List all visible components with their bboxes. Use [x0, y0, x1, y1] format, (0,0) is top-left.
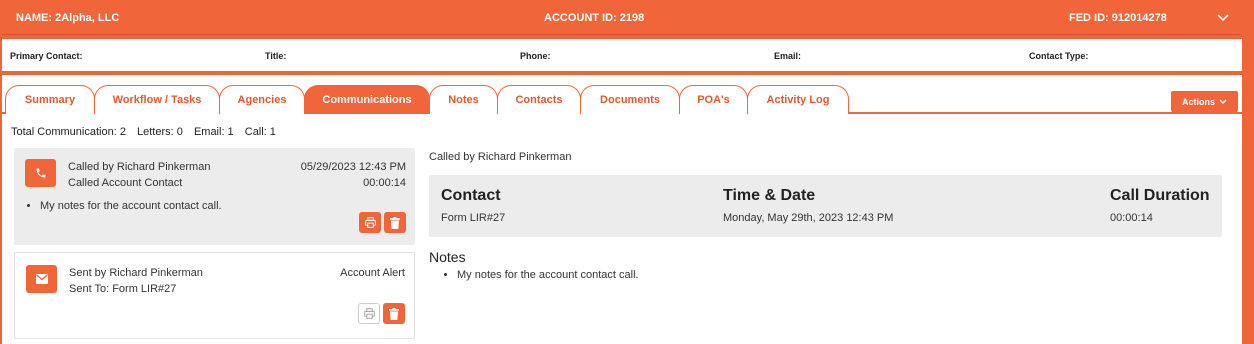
trash-icon — [390, 216, 400, 229]
duration-value: 00:00:14 — [1110, 212, 1153, 224]
time-value: Monday, May 29th, 2023 12:43 PM — [723, 212, 894, 224]
tab-poas[interactable]: POA's — [679, 85, 748, 114]
letters-count: Letters: 0 — [137, 126, 183, 138]
duration-header: Call Duration — [1110, 187, 1210, 204]
notes-list: My notes for the account contact call. — [429, 269, 639, 281]
card-line-2: Called Account Contact — [68, 177, 183, 189]
call-count: Call: 1 — [244, 126, 276, 138]
detail-box: Contact Form LIR#27 Time & Date Monday, … — [429, 175, 1222, 237]
card-actions — [359, 212, 406, 233]
card-notes: My notes for the account contact call. — [26, 200, 222, 212]
tab-activity-log[interactable]: Activity Log — [747, 85, 849, 114]
tab-communications[interactable]: Communications — [304, 85, 430, 114]
title-label: Title: — [265, 51, 287, 61]
print-button[interactable] — [359, 212, 381, 233]
tab-summary[interactable]: Summary — [5, 85, 95, 114]
contact-bar: Primary Contact: Title: Phone: Email: Co… — [2, 39, 1242, 71]
phone-icon — [25, 159, 56, 187]
actions-button[interactable]: Actions — [1171, 91, 1238, 112]
communication-card-call[interactable]: Called by Richard Pinkerman Called Accou… — [14, 148, 415, 245]
account-id: ACCOUNT ID: 2198 — [544, 12, 645, 24]
primary-contact-label: Primary Contact: — [10, 51, 83, 61]
phone-label: Phone: — [520, 51, 551, 61]
card-note: My notes for the account contact call. — [40, 200, 222, 212]
fed-id: FED ID: 912014278 — [1069, 12, 1167, 24]
notes-heading: Notes — [429, 249, 466, 265]
mail-icon — [26, 265, 57, 293]
card-line-1: Called by Richard Pinkerman — [68, 161, 211, 173]
communication-summary: Total Communication: 2 Letters: 0 Email:… — [11, 126, 284, 138]
printer-icon — [363, 308, 375, 319]
card-line-1: Sent by Richard Pinkerman — [69, 267, 203, 279]
detail-title: Called by Richard Pinkerman — [429, 151, 572, 163]
tab-documents[interactable]: Documents — [580, 85, 680, 114]
page-scrollbar[interactable] — [1243, 0, 1254, 344]
main-panel: Summary Workflow / Tasks Agencies Commun… — [2, 75, 1242, 344]
time-header: Time & Date — [723, 187, 816, 204]
card-text: Called by Richard Pinkerman Called Accou… — [68, 159, 210, 191]
tab-notes[interactable]: Notes — [429, 85, 498, 114]
tab-agencies[interactable]: Agencies — [219, 85, 305, 114]
email-count: Email: 1 — [193, 126, 234, 138]
print-button[interactable] — [358, 303, 380, 324]
card-date: 05/29/2023 12:43 PM — [300, 161, 406, 173]
tab-bar: Summary Workflow / Tasks Agencies Commun… — [2, 83, 1242, 114]
contact-type-label: Contact Type: — [1029, 51, 1089, 61]
card-meta: Account Alert — [340, 265, 405, 281]
contact-value: Form LIR#27 — [441, 212, 506, 224]
contact-header: Contact — [441, 187, 501, 204]
trash-icon — [389, 307, 399, 320]
delete-button[interactable] — [383, 303, 405, 324]
total-count: Total Communication: 2 — [11, 126, 126, 138]
card-duration: 00:00:14 — [363, 177, 406, 189]
delete-button[interactable] — [384, 212, 406, 233]
card-meta: 05/29/2023 12:43 PM 00:00:14 — [301, 159, 406, 191]
tab-workflow-tasks[interactable]: Workflow / Tasks — [94, 85, 220, 114]
account-header: NAME: 2Alpha, LLC ACCOUNT ID: 2198 FED I… — [2, 2, 1242, 35]
card-actions — [358, 303, 405, 324]
note-item: My notes for the account contact call. — [457, 269, 639, 281]
chevron-down-icon[interactable] — [1214, 9, 1232, 27]
email-label: Email: — [774, 51, 802, 61]
card-text: Sent by Richard Pinkerman Sent To: Form … — [69, 265, 203, 297]
actions-label: Actions — [1181, 96, 1215, 107]
card-line-2: Sent To: Form LIR#27 — [69, 283, 177, 295]
communication-card-email[interactable]: Sent by Richard Pinkerman Sent To: Form … — [14, 252, 415, 339]
tab-contacts[interactable]: Contacts — [497, 85, 581, 114]
card-alert-label: Account Alert — [340, 267, 405, 279]
account-name: NAME: 2Alpha, LLC — [16, 12, 120, 24]
printer-icon — [364, 217, 376, 228]
chevron-down-icon — [1219, 99, 1227, 104]
